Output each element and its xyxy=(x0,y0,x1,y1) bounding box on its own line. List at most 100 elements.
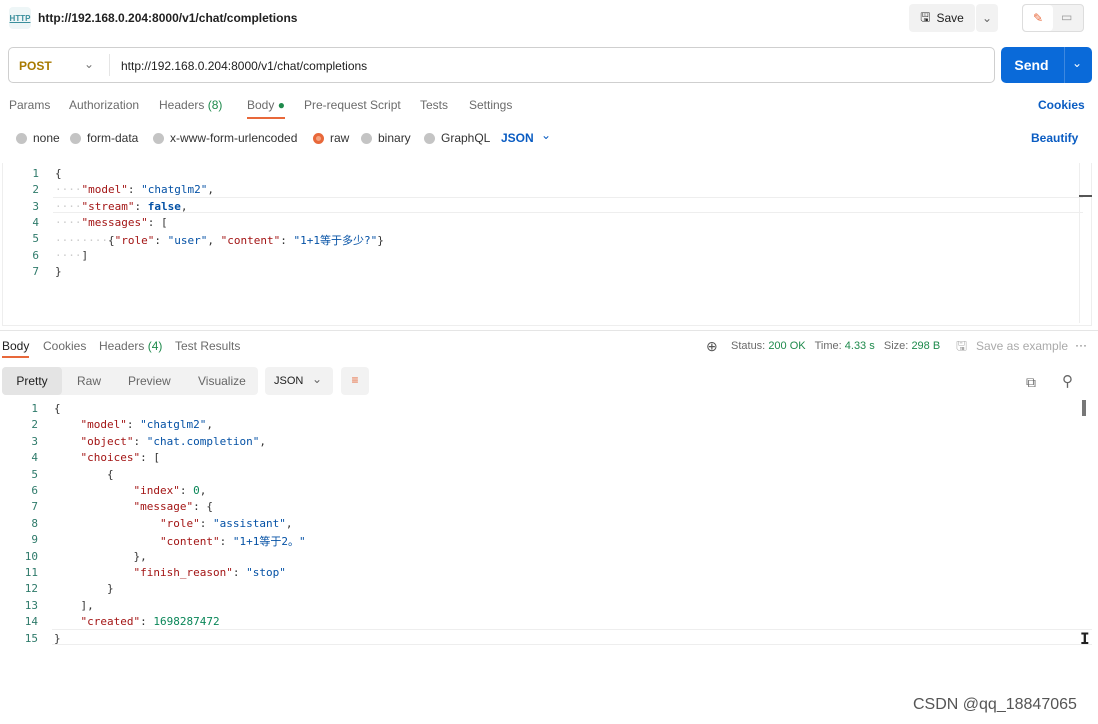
code-line: "content": "1+1等于2。" xyxy=(159,535,306,549)
save-icon: 🖫 xyxy=(920,9,931,24)
code-line: ········{"role": "user", "content": "1+1… xyxy=(55,234,384,248)
save-as-example-button[interactable]: Save as example xyxy=(976,339,1068,353)
view-raw[interactable]: Raw xyxy=(77,374,101,388)
tab-headers[interactable]: Headers (8) xyxy=(159,98,222,112)
watermark: CSDN @qq_18847065 xyxy=(913,696,1077,713)
line-number: 3 xyxy=(32,199,39,213)
send-options-icon[interactable]: ⌄ xyxy=(1072,56,1082,70)
code-line: } xyxy=(54,631,61,645)
body-type-none[interactable]: none xyxy=(16,131,60,145)
wrap-lines-icon[interactable]: ≡ xyxy=(341,367,369,395)
code-line: } xyxy=(55,264,62,278)
url-input[interactable]: http://192.168.0.204:8000/v1/chat/comple… xyxy=(121,59,367,73)
tab-settings[interactable]: Settings xyxy=(469,98,512,112)
radio-icon[interactable] xyxy=(361,132,372,144)
view-visualize[interactable]: Visualize xyxy=(198,374,246,388)
line-number: 4 xyxy=(31,451,38,465)
tab-response-body[interactable]: Body xyxy=(2,339,30,358)
radio-icon[interactable] xyxy=(70,132,81,144)
response-view-switcher: Pretty Raw Preview Visualize xyxy=(2,367,258,395)
request-body-editor[interactable]: 1 {2 ····"model": "chatglm2", 3 ····"stream"… xyxy=(2,163,1092,326)
radio-icon[interactable] xyxy=(313,132,324,144)
response-body-viewer: I 1{2 "model": "chatglm2", 3 "object": "c… xyxy=(2,400,1092,700)
globe-icon[interactable]: ⊕ xyxy=(706,338,718,355)
code-line: } xyxy=(106,582,114,596)
request-title: http://192.168.0.204:8000/v1/chat/comple… xyxy=(38,11,298,25)
body-type-x-www-form-urlencoded[interactable]: x-www-form-urlencoded xyxy=(153,131,297,145)
line-number: 6 xyxy=(32,248,39,262)
comment-icon[interactable]: ▭ xyxy=(1061,10,1072,24)
view-pretty[interactable]: Pretty xyxy=(2,367,62,395)
response-tabs: Body Cookies Headers (4) Test Results xyxy=(0,339,700,359)
view-preview[interactable]: Preview xyxy=(128,374,171,388)
method-select[interactable]: POST xyxy=(19,59,52,73)
code-line: "model": "chatglm2", xyxy=(80,418,213,432)
time-value: 4.33 s xyxy=(844,340,875,352)
tab-authorization[interactable]: Authorization xyxy=(69,98,139,112)
save-dropdown[interactable]: ⌄ xyxy=(976,4,998,32)
search-icon[interactable]: ⚲ xyxy=(1062,372,1073,390)
tab-body[interactable]: Body ● xyxy=(247,98,285,119)
body-type-form-data[interactable]: form-data xyxy=(70,131,138,145)
status-value: 200 OK xyxy=(768,340,806,352)
tab-test-results[interactable]: Test Results xyxy=(175,339,240,353)
save-icon: 🖫 xyxy=(956,338,968,353)
http-icon: HTTP xyxy=(9,7,31,29)
line-number: 15 xyxy=(24,631,38,645)
radio-icon[interactable] xyxy=(153,132,164,144)
code-line: "choices": [ xyxy=(80,451,160,465)
chevron-down-icon[interactable]: ⌄ xyxy=(541,128,551,142)
line-number: 6 xyxy=(31,484,38,497)
response-format-select[interactable]: JSON ⌄ xyxy=(265,367,333,395)
chevron-down-icon[interactable]: ⌄ xyxy=(84,57,94,71)
tab-tests[interactable]: Tests xyxy=(420,98,448,112)
code-line: { xyxy=(54,402,61,415)
line-number: 2 xyxy=(31,418,38,432)
line-number: 11 xyxy=(24,566,38,579)
line-number: 5 xyxy=(32,232,39,246)
url-bar: POST ⌄ http://192.168.0.204:8000/v1/chat… xyxy=(8,47,995,83)
code-line: ····"model": "chatglm2", xyxy=(55,183,214,197)
code-line: "role": "assistant", xyxy=(159,516,293,530)
code-line: "created": 1698287472 xyxy=(80,615,220,629)
code-line: ····"messages": [ xyxy=(55,215,168,229)
cookies-link[interactable]: Cookies xyxy=(1038,98,1085,112)
radio-icon[interactable] xyxy=(16,132,27,144)
line-number: 1 xyxy=(32,167,39,180)
line-number: 7 xyxy=(31,500,38,514)
line-number: 7 xyxy=(32,264,39,278)
line-number: 3 xyxy=(31,434,38,448)
code-line: ····] xyxy=(55,248,89,262)
beautify-link[interactable]: Beautify xyxy=(1031,131,1078,145)
code-line: "message": { xyxy=(133,500,213,514)
code-line: { xyxy=(55,167,62,180)
line-number: 13 xyxy=(24,598,38,612)
body-type-binary[interactable]: binary xyxy=(361,131,411,145)
tab-pre-request-script[interactable]: Pre-request Script xyxy=(304,98,401,112)
body-format-select[interactable]: JSON xyxy=(501,131,534,145)
edit-icon[interactable]: ✎ xyxy=(1023,5,1053,31)
code-line: }, xyxy=(133,549,147,563)
line-number: 14 xyxy=(24,615,38,629)
body-type-raw[interactable]: raw xyxy=(313,131,349,145)
size-value: 298 B xyxy=(911,340,941,352)
request-tabs: Params Authorization Headers (8) Body ● … xyxy=(0,98,1098,122)
line-number: 1 xyxy=(31,402,38,415)
code-line: "object": "chat.completion", xyxy=(80,434,266,448)
code-line: "index": 0, xyxy=(133,484,207,497)
body-type-GraphQL[interactable]: GraphQL xyxy=(424,131,490,145)
save-button[interactable]: 🖫 Save xyxy=(909,4,975,32)
tab-params[interactable]: Params xyxy=(9,98,50,112)
tab-response-headers[interactable]: Headers (4) xyxy=(99,339,162,353)
line-number: 12 xyxy=(24,582,38,596)
more-icon[interactable]: ··· xyxy=(1075,338,1087,352)
code-line: ], xyxy=(80,598,94,612)
line-number: 9 xyxy=(31,533,38,547)
code-line: ····"stream": false, xyxy=(55,199,188,213)
line-number: 2 xyxy=(32,183,39,197)
copy-icon[interactable]: ⧉ xyxy=(1026,374,1036,391)
tab-response-cookies[interactable]: Cookies xyxy=(43,339,86,353)
line-number: 10 xyxy=(24,549,38,563)
radio-icon[interactable] xyxy=(424,132,435,144)
code-line: { xyxy=(106,467,114,481)
